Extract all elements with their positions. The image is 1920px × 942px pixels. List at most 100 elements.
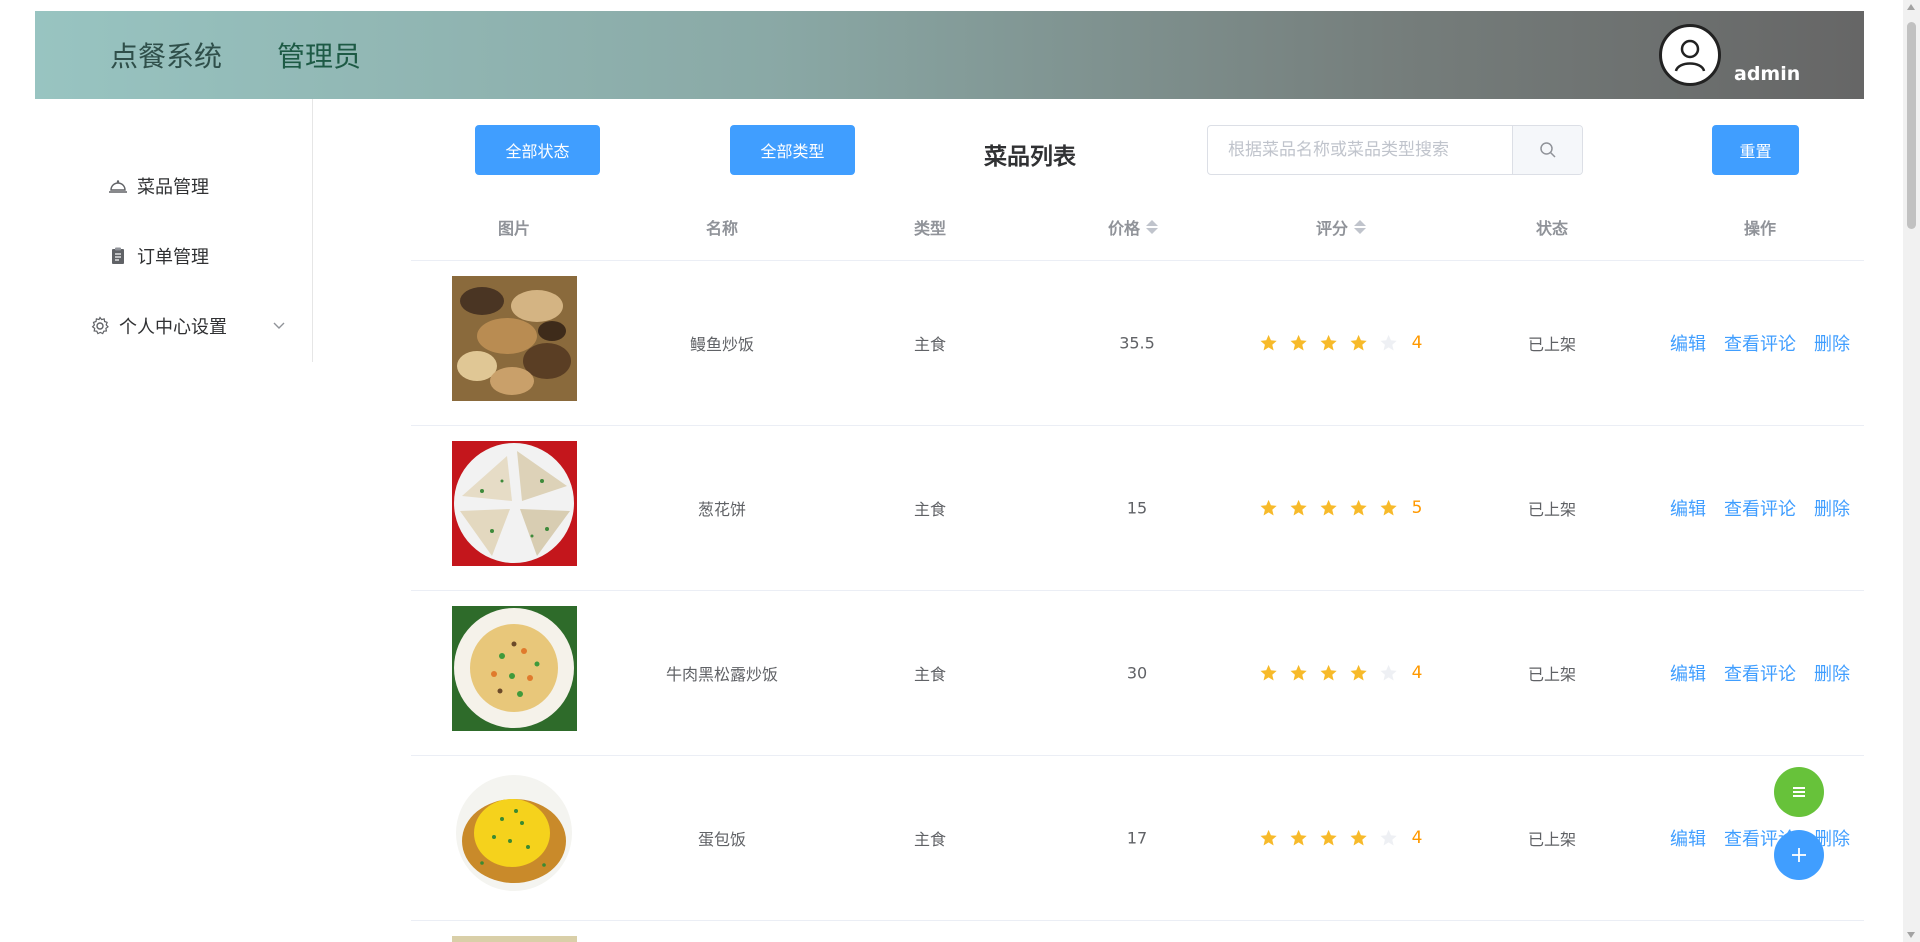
table-row: 葱花饼 主食 15 5 已上架 编辑 查看评论 删除 [411, 426, 1864, 591]
star-filled-icon [1320, 499, 1337, 516]
star-filled-icon [1320, 334, 1337, 351]
sort-icon[interactable] [1146, 220, 1159, 234]
row-actions: 编辑 查看评论 删除 [1670, 330, 1850, 356]
star-empty-icon [1380, 334, 1397, 351]
dish-image-beef-truffle-fried-rice [452, 606, 577, 731]
star-filled-icon [1350, 334, 1367, 351]
rating-stars: 4 [1260, 663, 1423, 683]
column-header-price-label: 价格 [1107, 219, 1141, 238]
star-filled-icon [1350, 499, 1367, 516]
edit-link[interactable]: 编辑 [1670, 495, 1706, 521]
dish-type: 主食 [913, 665, 947, 684]
rating-score: 5 [1411, 498, 1423, 518]
search-icon [1539, 142, 1556, 158]
plus-icon [1792, 848, 1806, 862]
dish-status: 已上架 [1527, 335, 1577, 354]
rating-stars: 4 [1260, 333, 1423, 353]
star-filled-icon [1260, 499, 1277, 516]
page-scrollbar[interactable] [1903, 0, 1920, 942]
dish-image-omelette-rice [452, 771, 577, 896]
star-filled-icon [1290, 334, 1307, 351]
sort-icon[interactable] [1354, 220, 1367, 234]
column-header-price[interactable]: 价格 [1107, 215, 1159, 239]
scrollbar-thumb[interactable] [1907, 22, 1916, 229]
table-row [411, 921, 1864, 942]
dish-type: 主食 [913, 335, 947, 354]
column-header-type: 类型 [913, 219, 947, 238]
gear-icon [89, 315, 111, 337]
star-filled-icon [1350, 664, 1367, 681]
rating-score: 4 [1411, 663, 1423, 683]
column-header-name: 名称 [705, 219, 739, 238]
user-avatar-icon[interactable] [1659, 24, 1721, 86]
edit-link[interactable]: 编辑 [1670, 825, 1706, 851]
view-comments-link[interactable]: 查看评论 [1724, 495, 1796, 521]
star-filled-icon [1290, 664, 1307, 681]
sidebar: 菜品管理 订单管理 个人中心设置 [0, 99, 313, 362]
username[interactable]: admin [1734, 63, 1800, 85]
dish-status: 已上架 [1527, 830, 1577, 849]
sidebar-item-orders[interactable]: 订单管理 [107, 243, 209, 269]
dish-name: 蛋包饭 [697, 830, 747, 849]
search-input[interactable] [1208, 126, 1512, 174]
dish-price: 17 [1126, 828, 1148, 848]
list-icon [1793, 787, 1805, 797]
sidebar-item-label: 订单管理 [137, 247, 209, 268]
type-filter-button[interactable]: 全部类型 [730, 125, 855, 175]
table-row: 牛肉黑松露炒饭 主食 30 4 已上架 编辑 查看评论 删除 [411, 591, 1864, 756]
app-header: 点餐系统 管理员 admin [35, 11, 1864, 99]
dish-status: 已上架 [1527, 500, 1577, 519]
row-actions: 编辑 查看评论 删除 [1670, 495, 1850, 521]
sidebar-item-profile-settings[interactable]: 个人中心设置 [89, 313, 289, 339]
dish-image-partial [452, 936, 577, 942]
star-filled-icon [1260, 829, 1277, 846]
delete-link[interactable]: 删除 [1814, 330, 1850, 356]
dish-name: 牛肉黑松露炒饭 [665, 665, 779, 684]
rating-score: 4 [1411, 333, 1423, 353]
dish-price: 15 [1126, 498, 1148, 518]
column-header-image: 图片 [497, 219, 531, 238]
delete-link[interactable]: 删除 [1814, 660, 1850, 686]
star-empty-icon [1380, 664, 1397, 681]
delete-link[interactable]: 删除 [1814, 495, 1850, 521]
dish-name: 鳗鱼炒饭 [689, 335, 755, 354]
search-bar [1207, 125, 1583, 175]
star-empty-icon [1380, 829, 1397, 846]
star-filled-icon [1260, 664, 1277, 681]
app-brand: 点餐系统 [110, 40, 223, 73]
column-header-rating-label: 评分 [1315, 219, 1349, 238]
search-button[interactable] [1512, 126, 1582, 174]
rating-score: 4 [1411, 828, 1423, 848]
edit-link[interactable]: 编辑 [1670, 660, 1706, 686]
star-filled-icon [1320, 664, 1337, 681]
page-title: 菜品列表 [984, 144, 1076, 170]
star-filled-icon [1290, 499, 1307, 516]
dish-image-eel-fried-rice [452, 276, 577, 401]
reset-button[interactable]: 重置 [1712, 125, 1799, 175]
add-fab-button[interactable] [1774, 830, 1824, 880]
dish-image-scallion-pancake [452, 441, 577, 566]
column-header-actions: 操作 [1743, 219, 1777, 238]
dish-price: 35.5 [1119, 333, 1155, 353]
status-filter-button[interactable]: 全部状态 [475, 125, 600, 175]
table-row: 蛋包饭 主食 17 4 已上架 编辑 查看评论 删除 [411, 756, 1864, 921]
table-row: 鳗鱼炒饭 主食 35.5 4 已上架 编辑 查看评论 删除 [411, 261, 1864, 426]
dish-type: 主食 [913, 500, 947, 519]
dish-status: 已上架 [1527, 665, 1577, 684]
star-filled-icon [1380, 499, 1397, 516]
sidebar-item-label: 菜品管理 [137, 177, 209, 198]
sidebar-item-dishes[interactable]: 菜品管理 [107, 173, 209, 199]
table-header: 图片 名称 类型 价格 评分 状态 操作 [411, 195, 1864, 261]
column-header-rating[interactable]: 评分 [1315, 215, 1367, 239]
view-comments-link[interactable]: 查看评论 [1724, 330, 1796, 356]
star-filled-icon [1290, 829, 1307, 846]
chevron-down-icon[interactable] [272, 319, 286, 333]
dish-name: 葱花饼 [697, 500, 747, 519]
edit-link[interactable]: 编辑 [1670, 330, 1706, 356]
view-comments-link[interactable]: 查看评论 [1724, 660, 1796, 686]
scroll-up-arrow-icon[interactable] [1907, 4, 1915, 10]
menu-fab-button[interactable] [1774, 767, 1824, 817]
dishes-table: 图片 名称 类型 价格 评分 状态 操作 鳗鱼炒饭 主食 35.5 4 已上架 … [411, 195, 1864, 942]
scroll-down-arrow-icon[interactable] [1907, 932, 1915, 938]
rating-stars: 5 [1260, 498, 1423, 518]
